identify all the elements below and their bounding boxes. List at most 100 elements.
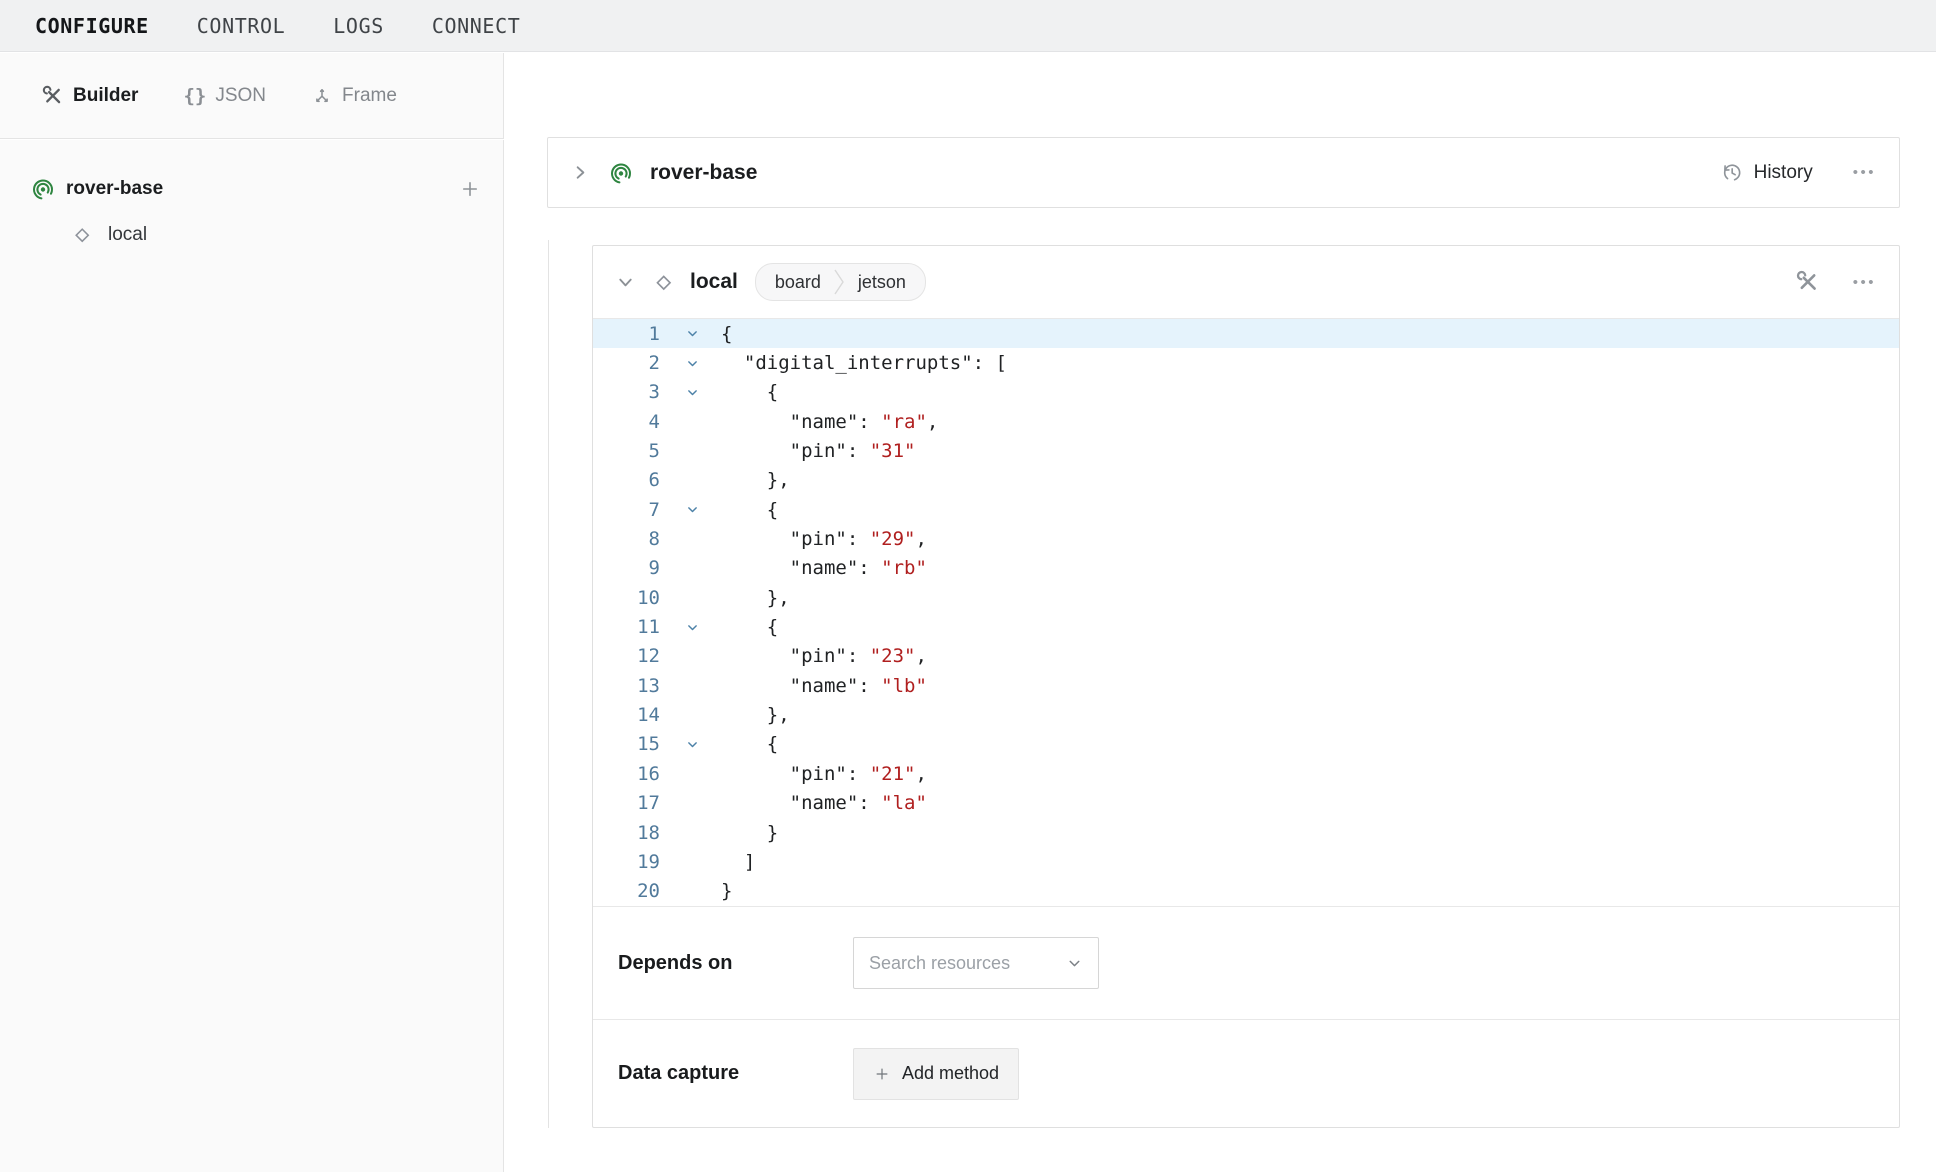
- code-text: "pin": "23",: [721, 645, 927, 667]
- line-number: 8: [593, 528, 669, 550]
- tab-builder[interactable]: Builder: [42, 85, 138, 107]
- tree-item-rover-base[interactable]: rover-base: [0, 165, 503, 213]
- line-number: 9: [593, 557, 669, 579]
- tab-json-label: JSON: [215, 85, 266, 107]
- code-text: "pin": "21",: [721, 763, 927, 785]
- tab-frame[interactable]: Frame: [311, 85, 397, 107]
- line-number: 16: [593, 763, 669, 785]
- json-attributes-editor[interactable]: 1{2 "digital_interrupts": [3 {4 "name": …: [593, 319, 1899, 906]
- code-text: {: [721, 381, 778, 403]
- depends-on-select[interactable]: Search resources: [853, 937, 1099, 989]
- depends-on-placeholder: Search resources: [869, 953, 1010, 974]
- code-text: "pin": "31": [721, 440, 915, 462]
- tab-connect[interactable]: CONNECT: [432, 14, 521, 38]
- badge-separator-icon: [834, 267, 845, 297]
- fold-chevron-icon[interactable]: [669, 738, 715, 751]
- plus-icon: [873, 1065, 891, 1083]
- chevron-down-icon: [616, 273, 635, 292]
- code-line-3[interactable]: 3 {: [593, 378, 1899, 407]
- code-line-13[interactable]: 13 "name": "lb": [593, 671, 1899, 700]
- tools-icon: [42, 85, 64, 107]
- tab-control[interactable]: CONTROL: [197, 14, 286, 38]
- depends-on-section: Depends on Search resources: [593, 906, 1899, 1019]
- machine-live-icon: [609, 161, 633, 185]
- fold-chevron-icon[interactable]: [669, 386, 715, 399]
- line-number: 5: [593, 440, 669, 462]
- component-type: board: [775, 272, 821, 293]
- line-number: 11: [593, 616, 669, 638]
- line-number: 6: [593, 469, 669, 491]
- code-line-8[interactable]: 8 "pin": "29",: [593, 524, 1899, 553]
- data-capture-label: Data capture: [618, 1062, 853, 1085]
- collapse-component-button[interactable]: [616, 273, 635, 292]
- line-number: 10: [593, 587, 669, 609]
- add-resource-button[interactable]: [459, 178, 481, 200]
- app-screen: CONFIGURE CONTROL LOGS CONNECT Builder {…: [0, 0, 1936, 1172]
- code-line-12[interactable]: 12 "pin": "23",: [593, 642, 1899, 671]
- data-capture-section: Data capture Add method: [593, 1019, 1899, 1127]
- code-line-10[interactable]: 10 },: [593, 583, 1899, 612]
- code-line-9[interactable]: 9 "name": "rb": [593, 554, 1899, 583]
- code-line-17[interactable]: 17 "name": "la": [593, 789, 1899, 818]
- code-text: {: [721, 499, 778, 521]
- fold-chevron-icon[interactable]: [669, 503, 715, 516]
- component-diamond-icon: [71, 224, 93, 246]
- tab-frame-label: Frame: [342, 85, 397, 107]
- code-text: "name": "lb": [721, 675, 927, 697]
- line-number: 14: [593, 704, 669, 726]
- code-text: "digital_interrupts": [: [721, 352, 1007, 374]
- line-number: 19: [593, 851, 669, 873]
- code-line-14[interactable]: 14 },: [593, 700, 1899, 729]
- line-number: 12: [593, 645, 669, 667]
- tab-logs[interactable]: LOGS: [333, 14, 384, 38]
- tab-json[interactable]: {} JSON: [183, 85, 266, 107]
- line-number: 13: [593, 675, 669, 697]
- part-menu-ellipsis-icon[interactable]: •••: [1853, 165, 1876, 180]
- part-header-card: rover-base History •••: [547, 137, 1900, 208]
- code-line-4[interactable]: 4 "name": "ra",: [593, 407, 1899, 436]
- component-tools-button[interactable]: [1796, 270, 1820, 294]
- component-name: local: [690, 270, 738, 294]
- code-line-2[interactable]: 2 "digital_interrupts": [: [593, 348, 1899, 377]
- component-menu-ellipsis-icon[interactable]: •••: [1853, 275, 1876, 290]
- code-line-5[interactable]: 5 "pin": "31": [593, 436, 1899, 465]
- line-number: 7: [593, 499, 669, 521]
- code-text: },: [721, 469, 790, 491]
- code-line-7[interactable]: 7 {: [593, 495, 1899, 524]
- tab-configure[interactable]: CONFIGURE: [35, 14, 149, 38]
- fold-chevron-icon[interactable]: [669, 327, 715, 340]
- line-number: 1: [593, 323, 669, 345]
- code-text: },: [721, 587, 790, 609]
- fold-chevron-icon[interactable]: [669, 357, 715, 370]
- history-label: History: [1754, 162, 1813, 184]
- history-button[interactable]: History: [1720, 161, 1813, 184]
- tree-item-local[interactable]: local: [0, 213, 503, 257]
- add-method-button[interactable]: Add method: [853, 1048, 1019, 1100]
- component-type-badge: board jetson: [755, 263, 926, 301]
- code-line-1[interactable]: 1{: [593, 319, 1899, 348]
- braces-icon: {}: [183, 85, 206, 107]
- line-number: 17: [593, 792, 669, 814]
- code-line-15[interactable]: 15 {: [593, 730, 1899, 759]
- plus-icon: [459, 178, 481, 200]
- code-line-6[interactable]: 6 },: [593, 466, 1899, 495]
- code-line-16[interactable]: 16 "pin": "21",: [593, 759, 1899, 788]
- part-group-line: [548, 240, 549, 1128]
- select-chevron-down-icon: [1066, 955, 1083, 972]
- code-text: "name": "la": [721, 792, 927, 814]
- code-line-18[interactable]: 18 }: [593, 818, 1899, 847]
- expand-part-button[interactable]: [571, 163, 590, 182]
- code-line-20[interactable]: 20}: [593, 877, 1899, 906]
- depends-on-label: Depends on: [618, 952, 853, 975]
- configure-mode-tabs: Builder {} JSON Frame: [0, 53, 504, 139]
- code-line-11[interactable]: 11 {: [593, 612, 1899, 641]
- code-text: {: [721, 733, 778, 755]
- code-text: "pin": "29",: [721, 528, 927, 550]
- fold-chevron-icon[interactable]: [669, 621, 715, 634]
- tools-icon: [1796, 270, 1820, 294]
- tree-machine-name: rover-base: [66, 178, 163, 200]
- code-line-19[interactable]: 19 ]: [593, 847, 1899, 876]
- component-card-local: local board jetson: [592, 245, 1900, 1128]
- line-number: 15: [593, 733, 669, 755]
- part-name: rover-base: [650, 161, 757, 185]
